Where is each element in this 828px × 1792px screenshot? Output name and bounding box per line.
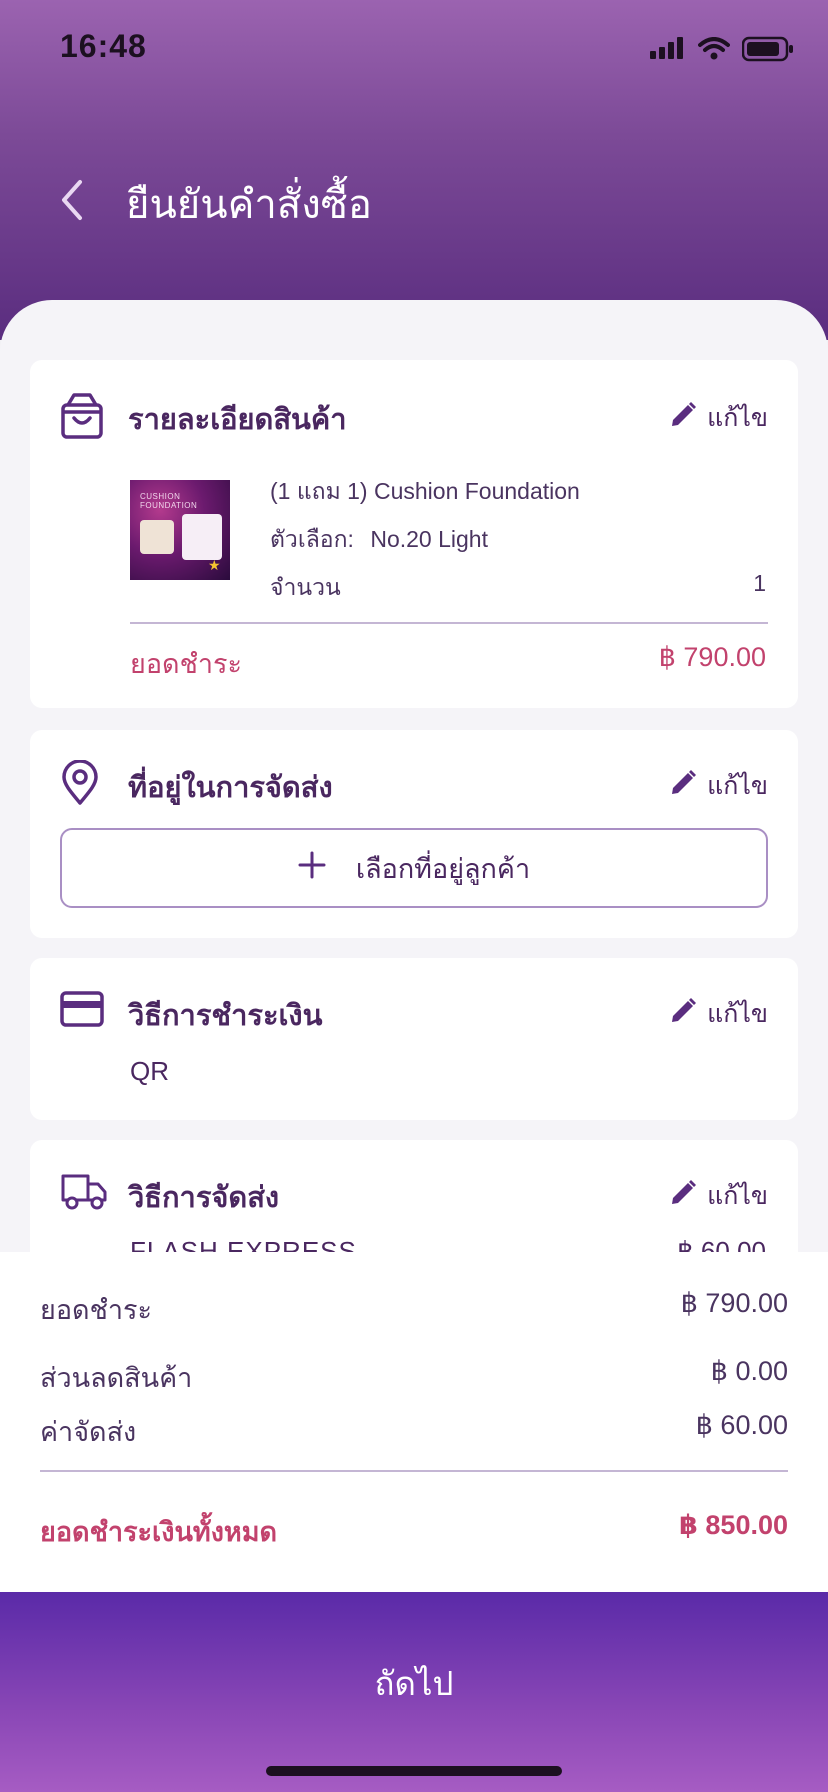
location-pin-icon [60, 759, 100, 811]
status-bar: 16:48 [0, 0, 828, 100]
next-label: ถัดไป [374, 1664, 454, 1702]
product-name: (1 แถม 1) Cushion Foundation [270, 478, 580, 504]
edit-label: แก้ไข [707, 772, 768, 800]
address-card: ที่อยู่ในการจัดส่ง แก้ไข เลือกที่อยู่ลูก… [30, 730, 798, 938]
edit-label: แก้ไข [707, 1182, 768, 1210]
product-image-caption: CUSHION FOUNDATION [140, 492, 198, 510]
star-icon: ★ [208, 557, 221, 573]
summary-divider [40, 1470, 788, 1472]
chevron-left-icon [52, 180, 92, 228]
shopping-bag-icon [60, 392, 104, 445]
wifi-icon [698, 37, 730, 66]
address-card-title: ที่อยู่ในการจัดส่ง [128, 772, 333, 804]
payment-card-title: วิธีการชำระเงิน [128, 1000, 323, 1032]
product-option-label: ตัวเลือก: [270, 526, 354, 552]
signal-icon [650, 37, 686, 66]
total-value: ฿ 850.00 [679, 1510, 788, 1540]
page-title: ยืนยันคำสั่งซื้อ [126, 183, 372, 227]
credit-card-icon [60, 990, 104, 1033]
pencil-icon [669, 769, 697, 804]
subtotal-value: ฿ 790.00 [658, 642, 766, 672]
summary-label: ส่วนลดสินค้า [40, 1363, 193, 1393]
pencil-icon [669, 401, 697, 436]
divider [130, 622, 768, 624]
product-image-compact [140, 520, 174, 554]
edit-payment-button[interactable]: แก้ไข [669, 994, 768, 1034]
status-time: 16:48 [60, 28, 147, 64]
product-image-label [182, 514, 222, 560]
summary-row-subtotal: ยอดชำระ ฿ 790.00 [40, 1288, 788, 1331]
product-image: CUSHION FOUNDATION ★ [130, 480, 230, 580]
summary-value: ฿ 60.00 [695, 1410, 788, 1440]
truck-icon [60, 1170, 108, 1217]
next-button[interactable]: ถัดไป [0, 1592, 828, 1792]
content-sheet: รายละเอียดสินค้า แก้ไข CUSHION FOUNDATIO… [0, 300, 828, 1310]
summary-value: ฿ 790.00 [680, 1288, 788, 1318]
product-card: รายละเอียดสินค้า แก้ไข CUSHION FOUNDATIO… [30, 360, 798, 708]
total-label: ยอดชำระเงินทั้งหมด [40, 1517, 278, 1547]
pencil-icon [669, 997, 697, 1032]
summary-label: ยอดชำระ [40, 1295, 153, 1325]
shipping-card-title: วิธีการจัดส่ง [128, 1182, 280, 1214]
summary-row-shipping: ค่าจัดส่ง ฿ 60.00 [40, 1410, 788, 1453]
footer: ถัดไป [0, 1592, 828, 1792]
product-qty-value: 1 [753, 570, 766, 596]
summary-value: ฿ 0.00 [710, 1356, 788, 1386]
edit-label: แก้ไข [707, 404, 768, 432]
order-summary: ยอดชำระ ฿ 790.00 ส่วนลดสินค้า ฿ 0.00 ค่า… [0, 1252, 828, 1592]
battery-icon [741, 36, 794, 67]
pencil-icon [669, 1179, 697, 1214]
product-qty-label: จำนวน [270, 574, 341, 600]
home-indicator [266, 1766, 562, 1776]
product-option: ตัวเลือก: No.20 Light [270, 522, 488, 558]
product-option-value: No.20 Light [370, 526, 488, 552]
header: 16:48 ยืนยันคำสั่งซื้อ [0, 0, 828, 340]
payment-card: วิธีการชำระเงิน แก้ไข QR [30, 958, 798, 1120]
edit-shipping-button[interactable]: แก้ไข [669, 1176, 768, 1216]
product-card-title: รายละเอียดสินค้า [128, 404, 347, 436]
edit-address-button[interactable]: แก้ไข [669, 766, 768, 806]
plus-icon [298, 851, 326, 886]
subtotal-label: ยอดชำระ [130, 649, 243, 679]
summary-label: ค่าจัดส่ง [40, 1417, 137, 1447]
status-icons [650, 36, 794, 67]
edit-label: แก้ไข [707, 1000, 768, 1028]
summary-row-discount: ส่วนลดสินค้า ฿ 0.00 [40, 1356, 788, 1399]
payment-method-value: QR [130, 1056, 169, 1086]
back-button[interactable] [52, 176, 92, 224]
select-address-label: เลือกที่อยู่ลูกค้า [355, 853, 531, 884]
edit-product-button[interactable]: แก้ไข [669, 398, 768, 438]
select-address-button[interactable]: เลือกที่อยู่ลูกค้า [60, 828, 768, 908]
summary-row-total: ยอดชำระเงินทั้งหมด ฿ 850.00 [40, 1510, 788, 1553]
